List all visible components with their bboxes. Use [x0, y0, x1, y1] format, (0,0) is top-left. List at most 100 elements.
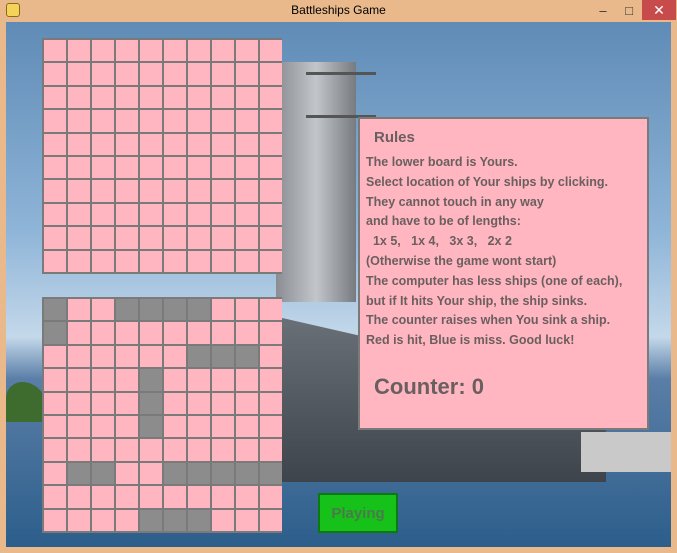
enemy-board-cell[interactable] — [92, 203, 114, 226]
enemy-board-cell[interactable] — [188, 110, 210, 132]
enemy-board-cell[interactable] — [68, 86, 90, 109]
enemy-board-cell[interactable] — [236, 40, 258, 62]
enemy-board-cell[interactable] — [116, 133, 138, 155]
enemy-board-cell[interactable] — [44, 250, 66, 272]
enemy-board-cell[interactable] — [164, 40, 186, 62]
enemy-board-cell[interactable] — [140, 63, 162, 85]
enemy-board-cell[interactable] — [92, 133, 114, 155]
player-board-cell[interactable] — [140, 392, 162, 414]
enemy-board-cell[interactable] — [44, 180, 66, 202]
enemy-board-cell[interactable] — [116, 227, 138, 249]
player-board-cell[interactable] — [68, 415, 90, 438]
enemy-board-cell[interactable] — [260, 133, 282, 155]
enemy-board-cell[interactable] — [92, 250, 114, 272]
player-board-cell[interactable] — [260, 345, 282, 368]
enemy-board-cell[interactable] — [44, 156, 66, 179]
enemy-board-cell[interactable] — [188, 250, 210, 272]
enemy-board-cell[interactable] — [140, 180, 162, 202]
player-board-cell[interactable] — [236, 392, 258, 414]
player-board-cell[interactable] — [212, 299, 234, 321]
enemy-board-cell[interactable] — [44, 110, 66, 132]
player-board-cell[interactable] — [68, 322, 90, 344]
enemy-board-cell[interactable] — [212, 180, 234, 202]
enemy-board-cell[interactable] — [116, 110, 138, 132]
enemy-board-cell[interactable] — [68, 203, 90, 226]
player-board-cell[interactable] — [92, 486, 114, 508]
player-board-cell[interactable] — [92, 415, 114, 438]
player-board-cell[interactable] — [236, 299, 258, 321]
enemy-board-cell[interactable] — [68, 156, 90, 179]
player-board-cell[interactable] — [44, 322, 66, 344]
enemy-board-cell[interactable] — [236, 86, 258, 109]
enemy-board-cell[interactable] — [92, 40, 114, 62]
enemy-board-cell[interactable] — [164, 86, 186, 109]
enemy-board-cell[interactable] — [44, 40, 66, 62]
enemy-board-cell[interactable] — [68, 110, 90, 132]
player-board-cell[interactable] — [92, 439, 114, 461]
player-board-cell[interactable] — [92, 345, 114, 368]
player-board-cell[interactable] — [260, 509, 282, 531]
player-board-cell[interactable] — [188, 439, 210, 461]
enemy-board-cell[interactable] — [212, 86, 234, 109]
enemy-board-cell[interactable] — [44, 133, 66, 155]
player-board-cell[interactable] — [188, 322, 210, 344]
enemy-board-cell[interactable] — [260, 156, 282, 179]
enemy-board-cell[interactable] — [236, 227, 258, 249]
enemy-board-cell[interactable] — [68, 180, 90, 202]
enemy-board-cell[interactable] — [140, 110, 162, 132]
player-board-cell[interactable] — [260, 369, 282, 391]
enemy-board-cell[interactable] — [236, 110, 258, 132]
enemy-board-cell[interactable] — [236, 250, 258, 272]
player-board-cell[interactable] — [92, 299, 114, 321]
enemy-board-cell[interactable] — [44, 203, 66, 226]
player-board-cell[interactable] — [44, 299, 66, 321]
player-board-cell[interactable] — [164, 486, 186, 508]
enemy-board-cell[interactable] — [92, 86, 114, 109]
enemy-board-cell[interactable] — [164, 133, 186, 155]
player-board-cell[interactable] — [236, 509, 258, 531]
player-board-cell[interactable] — [236, 369, 258, 391]
player-board-cell[interactable] — [116, 439, 138, 461]
player-board-cell[interactable] — [68, 299, 90, 321]
enemy-board-cell[interactable] — [212, 133, 234, 155]
player-board-cell[interactable] — [260, 322, 282, 344]
player-board-cell[interactable] — [116, 486, 138, 508]
maximize-button[interactable]: □ — [616, 0, 642, 20]
player-board-cell[interactable] — [68, 486, 90, 508]
player-board-cell[interactable] — [212, 322, 234, 344]
player-board-cell[interactable] — [140, 486, 162, 508]
player-board-cell[interactable] — [68, 462, 90, 485]
enemy-board-cell[interactable] — [260, 227, 282, 249]
enemy-board-cell[interactable] — [44, 86, 66, 109]
player-board-cell[interactable] — [260, 462, 282, 485]
player-board-cell[interactable] — [212, 392, 234, 414]
player-board-cell[interactable] — [92, 322, 114, 344]
enemy-board-cell[interactable] — [140, 227, 162, 249]
player-board-cell[interactable] — [164, 299, 186, 321]
player-board-cell[interactable] — [188, 462, 210, 485]
enemy-board-cell[interactable] — [188, 180, 210, 202]
player-board-cell[interactable] — [164, 439, 186, 461]
enemy-board-cell[interactable] — [44, 227, 66, 249]
enemy-board-cell[interactable] — [164, 250, 186, 272]
enemy-board-cell[interactable] — [260, 40, 282, 62]
enemy-board-cell[interactable] — [260, 250, 282, 272]
enemy-board-cell[interactable] — [212, 203, 234, 226]
player-board-cell[interactable] — [68, 509, 90, 531]
player-board-cell[interactable] — [236, 322, 258, 344]
enemy-board-cell[interactable] — [116, 40, 138, 62]
player-board-cell[interactable] — [188, 509, 210, 531]
enemy-board-cell[interactable] — [236, 63, 258, 85]
player-board-cell[interactable] — [188, 392, 210, 414]
player-board-cell[interactable] — [260, 415, 282, 438]
player-board-cell[interactable] — [236, 462, 258, 485]
enemy-board-cell[interactable] — [140, 203, 162, 226]
enemy-board-cell[interactable] — [212, 250, 234, 272]
enemy-board-cell[interactable] — [212, 40, 234, 62]
enemy-board-cell[interactable] — [260, 63, 282, 85]
player-board-cell[interactable] — [164, 415, 186, 438]
enemy-board-cell[interactable] — [236, 133, 258, 155]
enemy-board-cell[interactable] — [236, 180, 258, 202]
enemy-board-cell[interactable] — [140, 156, 162, 179]
player-board-cell[interactable] — [92, 392, 114, 414]
